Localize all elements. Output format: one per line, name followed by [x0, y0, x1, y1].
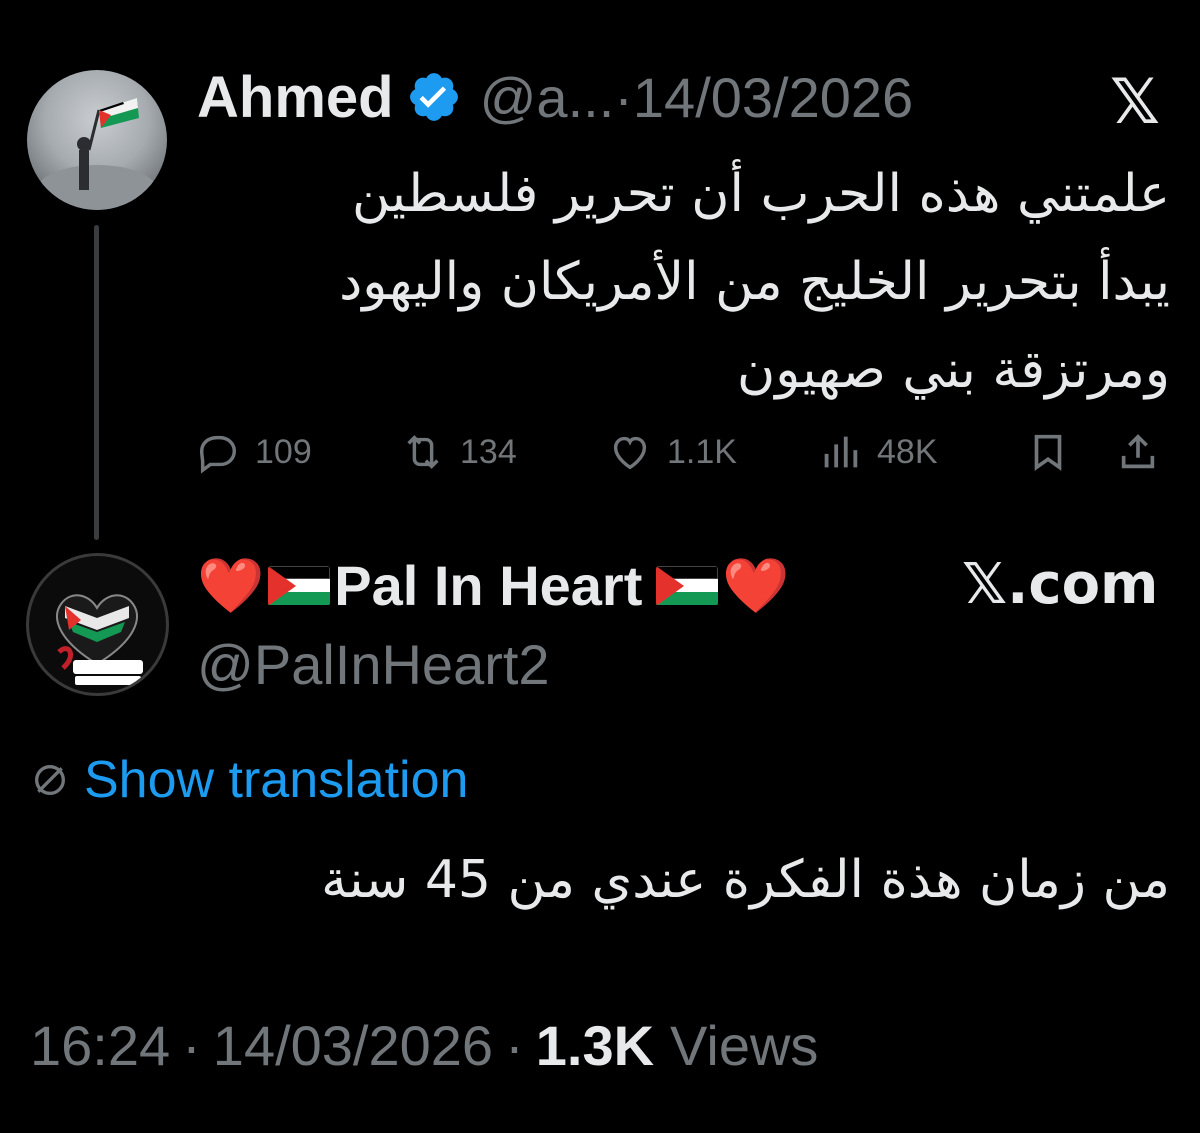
reply-count: 109 [255, 432, 312, 471]
bookmark-button[interactable] [1025, 420, 1085, 484]
tweet-text-line: ومرتزقة بني صهيون [737, 340, 1170, 400]
verified-badge-icon [406, 69, 462, 125]
protester-flag-image [37, 98, 157, 210]
reply-button[interactable]: 109 [195, 420, 312, 484]
reply-author-handle[interactable]: @PalInHeart2 [197, 632, 550, 697]
tweet-text-line: علمتني هذه الحرب أن تحرير فلسطين [351, 164, 1170, 224]
retweet-count: 134 [460, 432, 517, 471]
palestine-flag-icon [268, 565, 331, 606]
reply-icon [199, 435, 237, 474]
views-label: Views [670, 1013, 819, 1077]
palestine-flag-icon [656, 565, 719, 606]
tweet-action-bar: 109 134 1.1K 48K [195, 420, 1170, 484]
palinheart-avatar[interactable] [26, 553, 169, 696]
show-translation[interactable]: Show translation [30, 745, 468, 815]
views-chart-icon [824, 436, 858, 468]
tweet-date[interactable]: 14/03/2026 [213, 1013, 493, 1078]
globe-icon [35, 765, 65, 795]
like-count: 1.1K [667, 432, 737, 471]
reply-tweet-meta: 16:24 · 14/03/2026 · 1.3K Views [30, 1010, 818, 1080]
tweet-time[interactable]: 16:24 [30, 1013, 170, 1078]
heart-icon [613, 436, 647, 470]
reply-tweet-header: ❤️ Pal In Heart ❤️ [197, 548, 790, 623]
red-heart-emoji: ❤️ [197, 553, 265, 617]
ahmed-avatar[interactable] [27, 70, 167, 210]
bookmark-icon [1034, 434, 1062, 471]
share-icon [1121, 434, 1155, 469]
reply-tweet-text: من زمان هذة الفكرة عندي من 45 سنة [321, 850, 1170, 910]
retweet-icon [407, 435, 439, 469]
meta-separator: · [182, 1013, 201, 1077]
views-count: 48K [877, 432, 938, 471]
retweet-button[interactable]: 134 [400, 420, 517, 484]
views-button[interactable]: 48K [817, 420, 938, 484]
red-heart-emoji: ❤️ [722, 553, 790, 617]
reply-author-display-name[interactable]: Pal In Heart [334, 553, 642, 618]
share-button[interactable] [1115, 420, 1175, 484]
header-separator: · [614, 65, 633, 129]
tweet-date[interactable]: 14/03/2026 [633, 65, 913, 130]
views-count[interactable]: 1.3K [536, 1013, 654, 1078]
tweet-text-line: يبدأ بتحرير الخليج من الأمريكان واليهود [339, 252, 1170, 312]
x-logo-icon: 𝕏 [1110, 65, 1160, 138]
original-tweet-text: علمتني هذه الحرب أن تحرير فلسطين يبدأ بت… [190, 150, 1170, 414]
show-translation-link[interactable]: Show translation [84, 750, 468, 810]
original-tweet-header: Ahmed @a... · 14/03/2026 [197, 62, 913, 132]
heart-keffiyeh-logo [56, 594, 143, 685]
meta-separator: · [505, 1013, 524, 1077]
x-com-label: 𝕏.com [962, 552, 1159, 617]
author-display-name[interactable]: Ahmed [197, 64, 394, 131]
author-handle[interactable]: @a... [480, 65, 615, 130]
like-button[interactable]: 1.1K [607, 420, 737, 484]
thread-connector-line [94, 225, 99, 540]
